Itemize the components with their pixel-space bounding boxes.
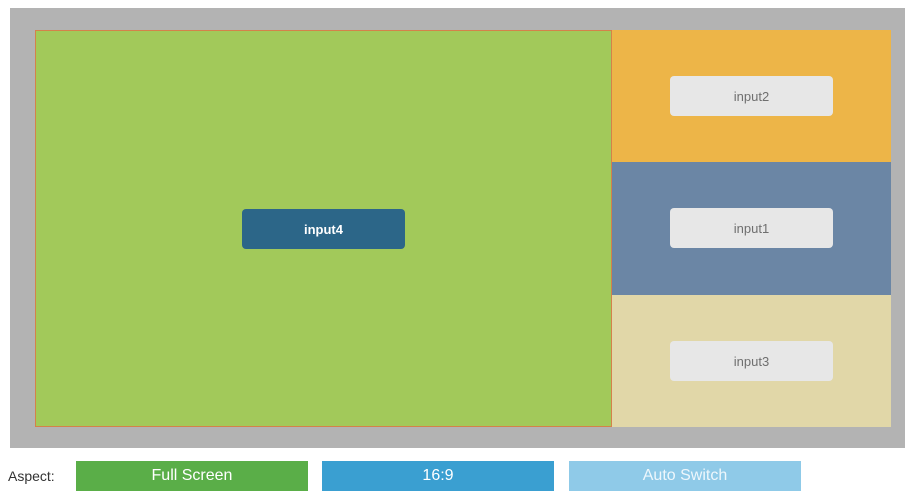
zone-bottom-right[interactable]: input3 bbox=[612, 295, 891, 427]
aspect-16-9-button[interactable]: 16:9 bbox=[322, 461, 554, 491]
aspect-label: Aspect: bbox=[8, 468, 55, 484]
input-select-main[interactable]: input4 bbox=[242, 209, 405, 249]
input-select-bottom-right[interactable]: input3 bbox=[670, 341, 833, 381]
aspect-auto-switch-button[interactable]: Auto Switch bbox=[569, 461, 801, 491]
zone-middle-right[interactable]: input1 bbox=[612, 162, 891, 295]
zone-top-right[interactable]: input2 bbox=[612, 30, 891, 162]
aspect-full-screen-button[interactable]: Full Screen bbox=[76, 461, 308, 491]
input-select-middle-right[interactable]: input1 bbox=[670, 208, 833, 248]
zone-main[interactable]: input4 bbox=[35, 30, 612, 427]
input-select-top-right[interactable]: input2 bbox=[670, 76, 833, 116]
